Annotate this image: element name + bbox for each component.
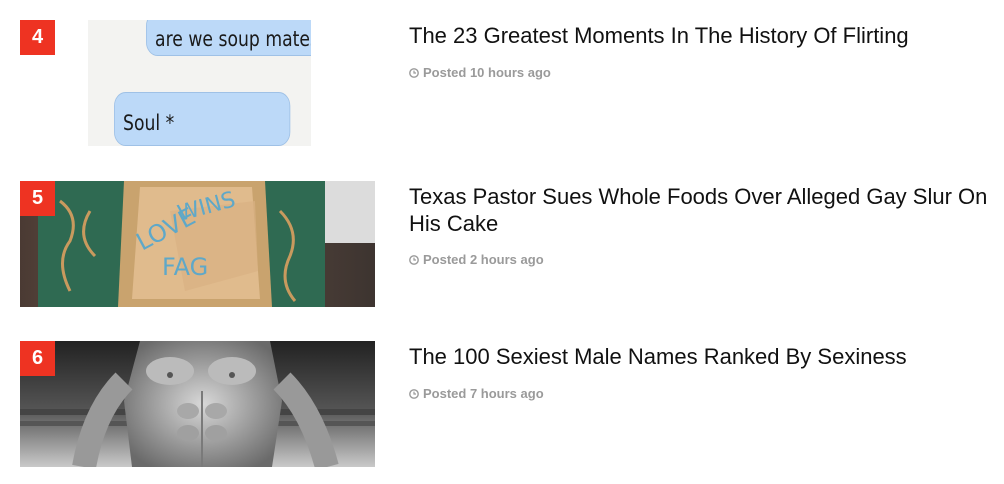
rank-badge: 5 <box>20 181 55 216</box>
posted-time: Posted 2 hours ago <box>409 252 544 267</box>
posted-label: Posted 7 hours ago <box>423 386 544 401</box>
article-title[interactable]: The 23 Greatest Moments In The History O… <box>409 22 999 49</box>
article-list: are we soup mates Soul * 4 The 23 Greate… <box>0 0 1004 484</box>
posted-label: Posted 2 hours ago <box>423 252 544 267</box>
clock-icon <box>409 388 419 399</box>
rank-badge: 4 <box>20 20 55 55</box>
article-thumbnail[interactable]: are we soup mates Soul * <box>20 20 375 146</box>
list-item[interactable]: are we soup mates Soul * 4 The 23 Greate… <box>20 20 990 146</box>
cake-text: FAG <box>162 253 208 281</box>
text-message-image: are we soup mates Soul * <box>88 20 311 146</box>
posted-time: Posted 10 hours ago <box>409 65 551 80</box>
list-item[interactable]: LOVE WINS FAG 5 Texas Pastor Sues Whole … <box>20 181 990 307</box>
article-thumbnail[interactable] <box>20 341 375 467</box>
article-title[interactable]: The 100 Sexiest Male Names Ranked By Sex… <box>409 343 999 370</box>
message-text: Soul * <box>123 111 175 135</box>
clock-icon <box>409 254 419 265</box>
message-text: are we soup mates <box>155 27 311 51</box>
rank-badge: 6 <box>20 341 55 376</box>
article-thumbnail[interactable]: LOVE WINS FAG <box>20 181 375 307</box>
message-bubble: are we soup mates <box>146 20 311 56</box>
article-title[interactable]: Texas Pastor Sues Whole Foods Over Alleg… <box>409 183 999 237</box>
posted-time: Posted 7 hours ago <box>409 386 544 401</box>
cake-image: LOVE WINS FAG <box>20 181 375 307</box>
message-bubble: Soul * <box>114 92 290 146</box>
list-item[interactable]: 6 The 100 Sexiest Male Names Ranked By S… <box>20 341 990 467</box>
posted-label: Posted 10 hours ago <box>423 65 551 80</box>
torso-image <box>20 341 375 467</box>
clock-icon <box>409 67 419 78</box>
